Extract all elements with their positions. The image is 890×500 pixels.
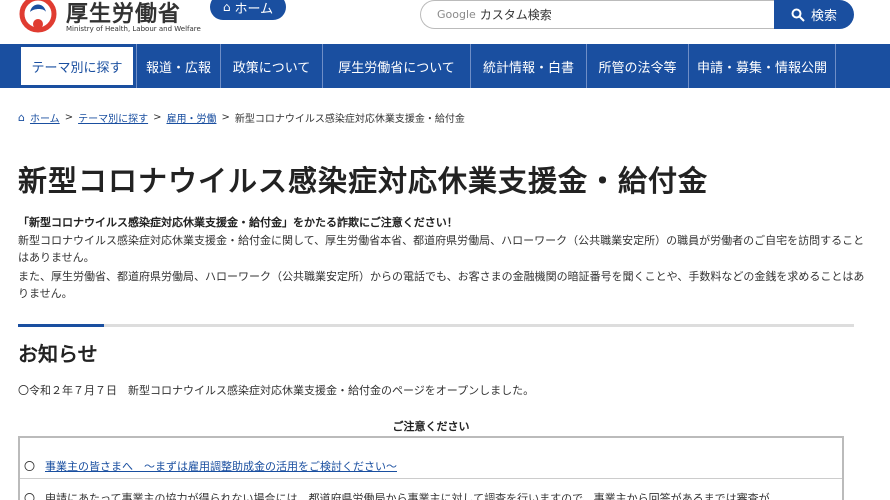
employer-guidance-link[interactable]: 事業主の皆さまへ ～まずは雇用調整助成金の活用をご検討ください～: [45, 458, 397, 474]
search-brand: Google: [437, 8, 476, 21]
nav-item-theme[interactable]: テーマ別に探す: [18, 44, 136, 88]
list-item-text: 申請にあたって事業主の協力が得られない場合には、都道府県労働局から事業主に対して…: [45, 492, 770, 500]
nav-item-about[interactable]: 厚生労働省について: [322, 44, 470, 88]
search-input[interactable]: Google カスタム検索: [420, 0, 776, 29]
list-item: 〇 事業主の皆さまへ ～まずは雇用調整助成金の活用をご検討ください～: [24, 458, 397, 474]
home-icon: ⌂: [222, 0, 231, 14]
global-nav: テーマ別に探す 報道・広報 政策について 厚生労働省について 統計情報・白書 所…: [0, 44, 890, 88]
home-button-label: ホーム: [234, 1, 274, 17]
notice-heading: お知らせ: [18, 342, 98, 366]
ministry-logo-icon: [19, 0, 57, 33]
nav-item-laws[interactable]: 所管の法令等: [586, 44, 688, 88]
site-logo[interactable]: 厚生労働省 Ministry of Health, Labour and Wel…: [18, 0, 201, 38]
page-title: 新型コロナウイルス感染症対応休業支援金・給付金: [18, 164, 709, 198]
nav-item-policy[interactable]: 政策について: [220, 44, 322, 88]
home-icon: ⌂: [18, 111, 25, 124]
list-bullet: 〇: [24, 460, 35, 473]
list-bullet: 〇: [24, 492, 35, 500]
nav-item-press[interactable]: 報道・広報: [136, 44, 220, 88]
fraud-warning-heading: 「新型コロナウイルス感染症対応休業支援金・給付金」をかたる詐欺にご注意ください！: [18, 216, 458, 229]
list-divider: [20, 478, 842, 479]
breadcrumb-separator: >: [153, 112, 162, 123]
search-button[interactable]: 検索: [774, 0, 854, 29]
breadcrumb-link-theme[interactable]: テーマ別に探す: [78, 110, 148, 125]
logo-title: 厚生労働省: [66, 1, 182, 27]
breadcrumb-separator: >: [221, 112, 230, 123]
search-icon: [791, 8, 805, 22]
search-button-label: 検索: [810, 9, 837, 24]
breadcrumb: ⌂ ホーム > テーマ別に探す > 雇用・労働 > 新型コロナウイルス感染症対応…: [18, 110, 465, 125]
breadcrumb-current: 新型コロナウイルス感染症対応休業支援金・給付金: [234, 114, 465, 125]
nav-item-application[interactable]: 申請・募集・情報公開: [688, 44, 836, 88]
fraud-warning-text-1: 新型コロナウイルス感染症対応休業支援金・給付金に関して、厚生労働省本省、都道府県…: [18, 234, 865, 264]
breadcrumb-separator: >: [64, 112, 74, 123]
nav-item-statistics[interactable]: 統計情報・白書: [470, 44, 586, 88]
notice-item: 〇令和２年７月７日 新型コロナウイルス感染症対応休業支援金・給付金のページをオー…: [18, 384, 535, 397]
section-divider-accent: [18, 324, 104, 327]
caution-box: 〇 事業主の皆さまへ ～まずは雇用調整助成金の活用をご検討ください～ 〇 申請に…: [18, 436, 844, 500]
list-item: 〇 申請にあたって事業主の協力が得られない場合には、都道府県労働局から事業主に対…: [24, 490, 770, 500]
section-divider: [18, 324, 854, 327]
caution-heading: ご注意ください: [392, 420, 470, 433]
breadcrumb-link-employment[interactable]: 雇用・労働: [166, 110, 216, 125]
fraud-warning-text-2: また、厚生労働省、都道府県労働局、ハローワーク（公共職業安定所）からの電話でも、…: [18, 270, 865, 300]
search-placeholder: カスタム検索: [479, 8, 552, 22]
global-nav-list: テーマ別に探す 報道・広報 政策について 厚生労働省について 統計情報・白書 所…: [18, 44, 836, 88]
breadcrumb-link-home[interactable]: ホーム: [30, 110, 60, 125]
logo-subtitle: Ministry of Health, Labour and Welfare: [66, 25, 201, 33]
site-header: 厚生労働省 Ministry of Health, Labour and Wel…: [0, 0, 890, 44]
home-button[interactable]: ⌂ ホーム: [210, 0, 286, 20]
